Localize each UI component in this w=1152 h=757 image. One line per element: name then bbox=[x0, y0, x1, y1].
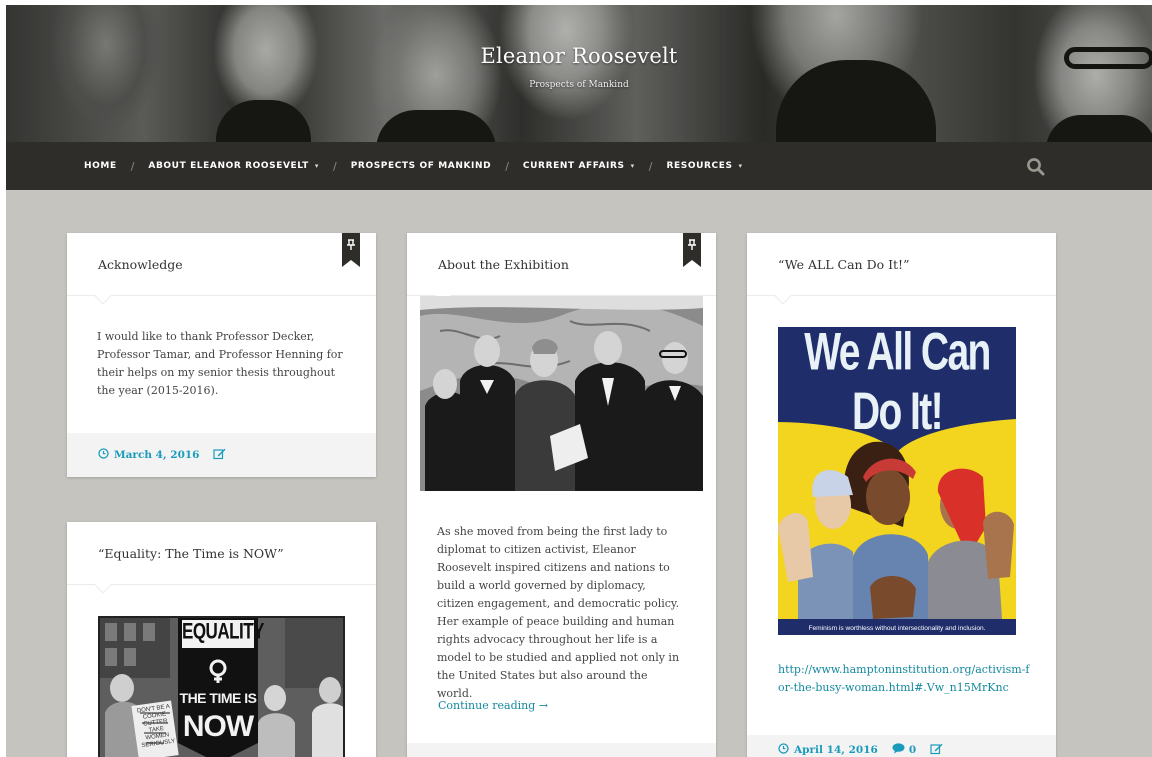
edit-icon[interactable] bbox=[213, 448, 226, 463]
nav-menu: HOME / ABOUT ELEANOR ROOSEVELT ▾ / PROSPE… bbox=[84, 160, 743, 173]
poster-heading: We All Can Do It! bbox=[804, 327, 991, 442]
nav-separator: / bbox=[648, 159, 653, 173]
post-meta: April 14, 2016 0 bbox=[747, 735, 1056, 757]
nav-item-resources[interactable]: RESOURCES ▾ bbox=[666, 161, 742, 171]
post-date[interactable]: April 14, 2016 bbox=[794, 744, 878, 756]
clock-icon bbox=[778, 743, 789, 757]
post-card: “Equality: The Time is NOW” EQUALITY THE… bbox=[67, 522, 376, 757]
post-meta bbox=[407, 743, 716, 757]
banner-bottom-text: NOW bbox=[182, 710, 254, 743]
post-title[interactable]: About the Exhibition bbox=[438, 257, 716, 272]
chevron-down-icon: ▾ bbox=[630, 162, 635, 170]
nav-item-label: RESOURCES bbox=[666, 161, 733, 171]
post-header: “We ALL Can Do It!” bbox=[747, 233, 1056, 305]
nav-separator: / bbox=[333, 159, 337, 173]
header-notch bbox=[94, 576, 112, 594]
nav-item-home[interactable]: HOME bbox=[84, 161, 117, 171]
chevron-down-icon: ▾ bbox=[738, 162, 743, 170]
post-card: “We ALL Can Do It!” We All Can Do It! Fe… bbox=[747, 233, 1056, 757]
exhibition-photo[interactable] bbox=[420, 296, 703, 491]
nav-item-label: HOME bbox=[84, 161, 117, 171]
nav-separator: / bbox=[505, 159, 509, 173]
post-card: About the Exhibition As she moved from b… bbox=[407, 233, 716, 757]
post-title[interactable]: “Equality: The Time is NOW” bbox=[98, 546, 376, 561]
banner-mid-text: THE TIME IS bbox=[179, 690, 257, 706]
comment-count[interactable]: 0 bbox=[909, 744, 916, 756]
post-title[interactable]: “We ALL Can Do It!” bbox=[778, 257, 1056, 272]
post-excerpt: As she moved from being the first lady t… bbox=[437, 525, 680, 700]
site-tagline: Prospects of Mankind bbox=[529, 80, 629, 90]
continue-reading-link[interactable]: Continue reading → bbox=[438, 699, 548, 712]
header-image: Eleanor Roosevelt Prospects of Mankind bbox=[6, 5, 1152, 142]
search-icon[interactable] bbox=[1026, 157, 1046, 177]
clock-icon bbox=[98, 448, 109, 462]
we-all-poster[interactable]: We All Can Do It! Feminism is worthless … bbox=[778, 327, 1016, 635]
chevron-down-icon: ▾ bbox=[314, 162, 319, 170]
pin-icon bbox=[683, 233, 701, 267]
nav-item-label: PROSPECTS OF MANKIND bbox=[350, 161, 492, 171]
nav-item-current-affairs[interactable]: CURRENT AFFAIRS ▾ bbox=[523, 161, 635, 171]
nav-item-label: ABOUT ELEANOR ROOSEVELT bbox=[148, 161, 309, 171]
post-excerpt: I would like to thank Professor Decker, … bbox=[97, 330, 343, 397]
nav-separator: / bbox=[130, 159, 135, 173]
post-header: “Equality: The Time is NOW” bbox=[67, 522, 376, 594]
post-header: About the Exhibition bbox=[407, 233, 716, 305]
pin-icon bbox=[342, 233, 360, 267]
protest-placard-text: DON'T BE A COOKIE CUTTER TAKE WOMEN SERI… bbox=[136, 703, 176, 750]
edit-icon[interactable] bbox=[930, 743, 943, 757]
comment-icon[interactable] bbox=[892, 743, 905, 757]
header-notch bbox=[774, 287, 792, 305]
nav-item-prospects[interactable]: PROSPECTS OF MANKIND bbox=[351, 161, 491, 171]
post-date[interactable]: March 4, 2016 bbox=[114, 449, 199, 461]
post-meta: March 4, 2016 bbox=[67, 433, 376, 477]
hero-shade bbox=[6, 5, 1152, 142]
site-title[interactable]: Eleanor Roosevelt bbox=[6, 44, 1152, 68]
external-link[interactable]: http://www.hamptoninstitution.org/activi… bbox=[778, 661, 1030, 697]
posts-grid: Acknowledge I would like to thank Profes… bbox=[6, 190, 1152, 757]
banner-top-text: EQUALITY bbox=[182, 619, 264, 644]
post-title[interactable]: Acknowledge bbox=[98, 257, 376, 272]
main-navigation: HOME / ABOUT ELEANOR ROOSEVELT ▾ / PROSPE… bbox=[6, 142, 1152, 190]
poster-caption: Feminism is worthless without intersecti… bbox=[808, 625, 986, 632]
equality-photo[interactable]: EQUALITY THE TIME IS NOW DON'T BE A COOK… bbox=[98, 616, 345, 757]
post-card: Acknowledge I would like to thank Profes… bbox=[67, 233, 376, 477]
post-header: Acknowledge bbox=[67, 233, 376, 305]
nav-item-about[interactable]: ABOUT ELEANOR ROOSEVELT ▾ bbox=[148, 161, 319, 171]
nav-item-label: CURRENT AFFAIRS bbox=[522, 161, 625, 171]
